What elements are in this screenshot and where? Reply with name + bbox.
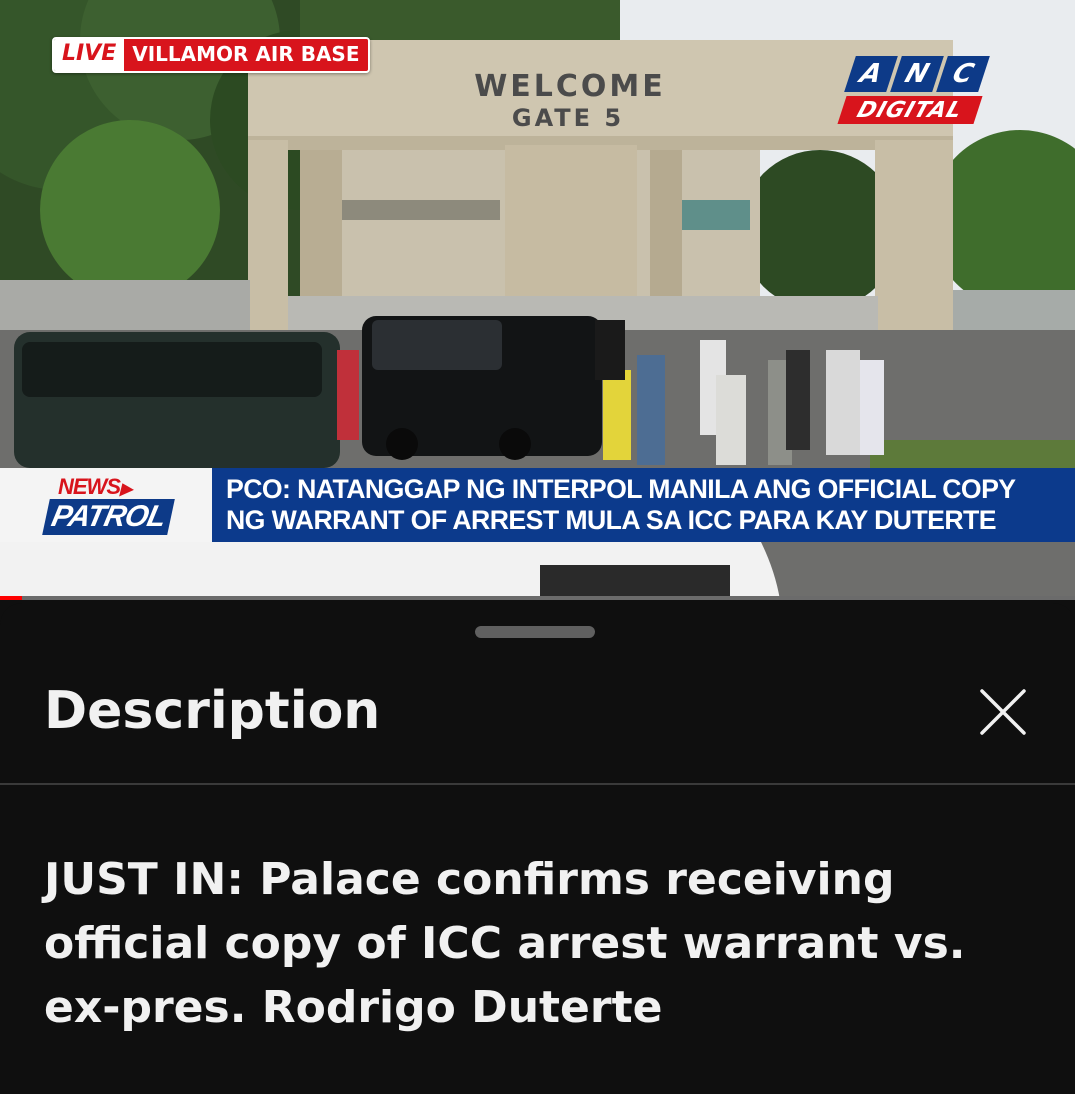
news-patrol-top: NEWS▶ <box>58 474 132 500</box>
headline-line2: NG WARRANT OF ARREST MULA SA ICC PARA KA… <box>226 505 997 535</box>
gate-sign-line2: GATE 5 <box>512 104 624 132</box>
live-label: LIVE <box>54 39 125 71</box>
video-progress-fill <box>0 596 22 600</box>
news-label: NEWS <box>58 474 121 499</box>
drag-handle[interactable] <box>475 626 595 638</box>
video-player[interactable]: WELCOME GATE 5 LIVE VILLAMOR AIR BASE A … <box>0 0 1075 600</box>
live-badge: LIVE VILLAMOR AIR BASE <box>52 37 370 73</box>
description-sheet: Description JUST IN: Palace confirms rec… <box>0 603 1075 1094</box>
news-patrol-logo: NEWS▶ PATROL <box>0 468 212 542</box>
anc-digital-logo: A N C DIGITAL <box>837 56 996 124</box>
close-button[interactable] <box>974 683 1032 741</box>
lower-third: NEWS▶ PATROL PCO: NATANGGAP NG INTERPOL … <box>0 468 1075 542</box>
patrol-label: PATROL <box>42 499 175 535</box>
anc-letter-n: N <box>890 56 944 92</box>
anc-digital-label: DIGITAL <box>837 96 983 124</box>
video-progress-bar[interactable] <box>0 596 1075 600</box>
headline-ticker: PCO: NATANGGAP NG INTERPOL MANILA ANG OF… <box>212 468 1075 542</box>
close-icon <box>980 689 1026 735</box>
sheet-title: Description <box>44 681 381 741</box>
description-text: JUST IN: Palace confirms receiving offic… <box>44 854 966 1033</box>
anc-letter-a: A <box>844 56 898 92</box>
anc-letter-c: C <box>936 56 990 92</box>
divider <box>0 783 1075 785</box>
headline-line1: PCO: NATANGGAP NG INTERPOL MANILA ANG OF… <box>226 474 1016 504</box>
play-arrow-icon: ▶ <box>120 481 132 498</box>
location-label: VILLAMOR AIR BASE <box>124 39 368 71</box>
gate-sign-line1: WELCOME <box>474 69 666 104</box>
